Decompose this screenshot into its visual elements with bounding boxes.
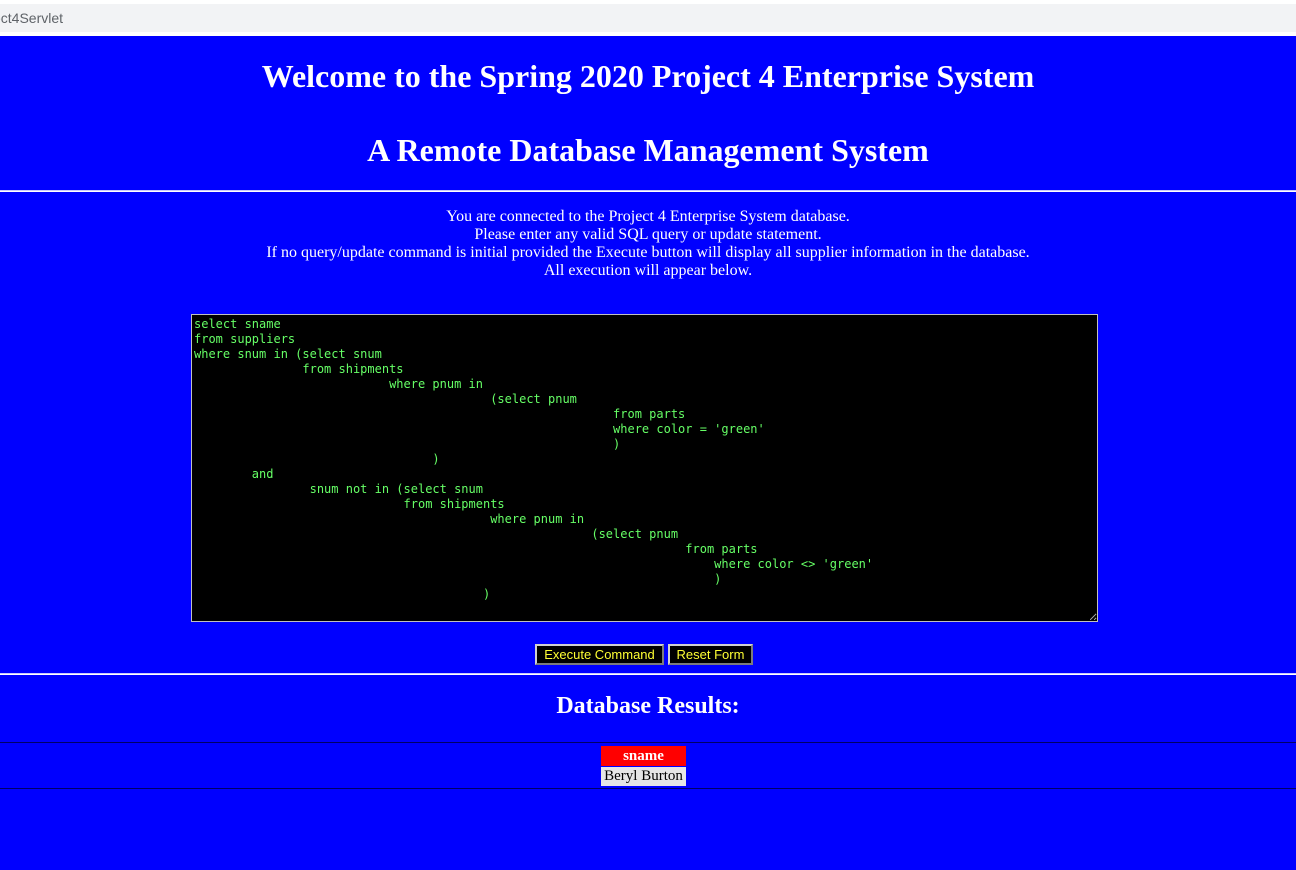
page-body: Welcome to the Spring 2020 Project 4 Ent…	[0, 36, 1296, 870]
results-header-row: sname	[600, 745, 687, 767]
table-row: Beryl Burton	[600, 766, 687, 787]
address-bar[interactable]: ect4Servlet	[0, 4, 1296, 32]
column-header-sname: sname	[600, 745, 687, 767]
page-subtitle: A Remote Database Management System	[367, 132, 929, 168]
results-divider-bottom	[0, 788, 1296, 789]
sql-query-input[interactable]	[191, 314, 1098, 622]
address-text: ect4Servlet	[0, 10, 64, 26]
table-cell: Beryl Burton	[600, 766, 687, 787]
divider-middle	[0, 673, 1296, 675]
execute-command-button[interactable]: Execute Command	[535, 644, 664, 665]
info-text: You are connected to the Project 4 Enter…	[0, 208, 1296, 280]
info-line-3: If no query/update command is initial pr…	[266, 244, 1030, 261]
info-line-1: You are connected to the Project 4 Enter…	[446, 208, 850, 225]
page-title: Welcome to the Spring 2020 Project 4 Ent…	[261, 58, 1035, 94]
info-line-4: All execution will appear below.	[543, 262, 753, 279]
info-line-2: Please enter any valid SQL query or upda…	[474, 226, 822, 243]
divider-top	[0, 190, 1296, 192]
results-heading: Database Results:	[556, 693, 740, 719]
results-table: sname Beryl Burton	[600, 745, 687, 787]
reset-form-button[interactable]: Reset Form	[668, 644, 753, 665]
results-divider-top	[0, 742, 1296, 743]
